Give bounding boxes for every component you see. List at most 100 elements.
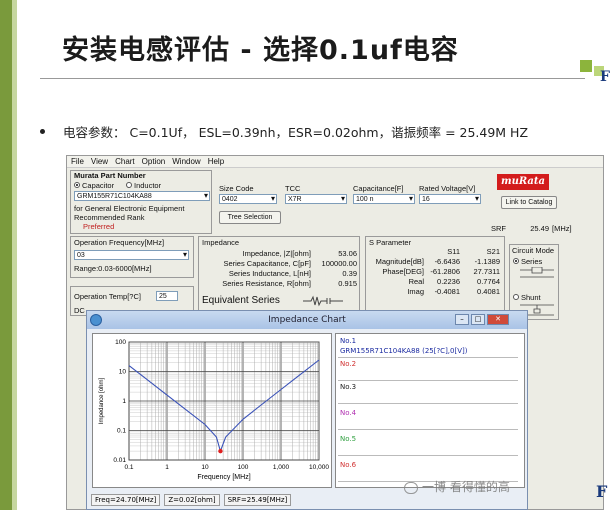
slide-accent-bar (0, 0, 12, 510)
part-number-panel: Murata Part Number Capacitor Inductor GR… (70, 170, 212, 234)
radio-shunt[interactable]: Shunt (513, 293, 541, 302)
operation-temp-input[interactable]: 25 (156, 291, 178, 301)
impedance-row-value: 53.06 (338, 249, 357, 258)
window-app-icon (90, 314, 102, 326)
radio-inductor[interactable]: Inductor (126, 181, 161, 190)
slot-3-label[interactable]: No.3 (340, 383, 356, 391)
y-tick-label: 0.1 (117, 428, 126, 435)
title-divider (40, 78, 585, 79)
circuit-mode-label: Circuit Mode (512, 246, 555, 255)
murata-logo: muRata (497, 174, 549, 190)
radio-capacitor-icon (74, 182, 80, 189)
menu-option[interactable]: Option (142, 157, 166, 166)
real-name: Real (408, 277, 424, 286)
s-parameter-panel: S Parameter S11 S21 Magnitude[dB] -6.643… (365, 236, 505, 312)
slot-4-label[interactable]: No.4 (340, 409, 356, 417)
size-code-select[interactable]: 0402 (219, 194, 277, 204)
close-button[interactable]: ✕ (487, 314, 509, 325)
menu-window[interactable]: Window (172, 157, 200, 166)
slot-5-label[interactable]: No.5 (340, 435, 356, 443)
magnitude-name: Magnitude[dB] (375, 257, 424, 266)
inductance-row-name: Series Inductance, L[nH] (228, 269, 311, 278)
tcc-label: TCC (285, 184, 301, 193)
magnitude-s11: -6.6436 (434, 257, 460, 266)
impedance-chart-svg: 0.1 1 10 100 1,000 10,0001001010.10.01Frequen… (99, 339, 329, 481)
x-tick-label: 100 (238, 464, 249, 471)
radio-capacitor-label: Capacitor (82, 181, 115, 190)
y-tick-label: 10 (119, 369, 127, 376)
link-to-catalog-button[interactable]: Link to Catalog (501, 196, 557, 209)
bullet-text: 电容参数： C=0.1Uf， ESL=0.39nh，ESR=0.02ohm，谐振… (63, 125, 529, 140)
chart-series-list: No.1 GRM155R71C104KA88 (25[?C],0[V]) No.… (335, 333, 525, 488)
part-note-equipment: for General Electronic Equipment (74, 204, 185, 213)
radio-capacitor[interactable]: Capacitor (74, 181, 114, 190)
srf-label: SRF (491, 224, 506, 233)
part-note-rank: Recommended Rank (74, 213, 145, 222)
minimize-icon: – (460, 315, 464, 323)
slot-2-label[interactable]: No.2 (340, 360, 356, 368)
real-s21: 0.7764 (477, 277, 500, 286)
radio-shunt-icon (513, 294, 519, 301)
corner-logo: F (600, 69, 610, 85)
slot-1-underline (338, 357, 518, 358)
part-number-select[interactable]: GRM155R71C104KA88 (74, 191, 210, 201)
rated-voltage-label: Rated Voltage[V] (419, 184, 476, 193)
s11-header: S11 (447, 247, 460, 256)
close-icon: ✕ (495, 315, 501, 323)
resistance-row-value: 0.915 (338, 279, 357, 288)
y-axis-label: Impedance [ohm] (99, 377, 105, 424)
circuit-mode-panel: Circuit Mode Series Shunt (509, 244, 559, 320)
magnitude-s21: -1.1389 (474, 257, 500, 266)
s21-header: S21 (486, 247, 500, 256)
tree-selection-button[interactable]: Tree Selection (219, 211, 281, 224)
operation-frequency-input[interactable]: 03 (74, 250, 189, 260)
radio-inductor-icon (126, 182, 132, 189)
tcc-select[interactable]: X7R (285, 194, 347, 204)
status-impedance: Z=0.02[ohm] (164, 494, 220, 506)
x-tick-label: 1 (165, 464, 169, 471)
x-tick-label: 10,000 (309, 464, 329, 471)
x-tick-label: 0.1 (124, 464, 133, 471)
radio-series-label: Series (521, 257, 543, 266)
y-tick-label: 1 (122, 398, 126, 405)
radio-inductor-label: Inductor (134, 181, 162, 190)
bullet-dot-icon (40, 129, 45, 134)
capacitance-row-name: Series Capacitance, C[pF] (223, 259, 311, 268)
slot-6-label[interactable]: No.6 (340, 461, 356, 469)
slot-1-label[interactable]: No.1 (340, 337, 356, 345)
menu-help[interactable]: Help (208, 157, 224, 166)
menu-file[interactable]: File (71, 157, 84, 166)
menu-chart[interactable]: Chart (115, 157, 135, 166)
minimize-button[interactable]: – (455, 314, 469, 325)
resistance-row-name: Series Resistance, R[ohm] (222, 279, 311, 288)
x-axis-label: Frequency [MHz] (197, 474, 250, 481)
watermark-text: 一博 看得懂的高 (422, 480, 510, 494)
slide-title: 安装电感评估 - 选择0.1uf电容 (62, 35, 459, 66)
radio-series[interactable]: Series (513, 257, 542, 266)
part-note-preferred: Preferred (83, 222, 115, 231)
equivalent-series-label: Equivalent Series (202, 295, 280, 306)
impedance-plot-area: 0.1 1 10 100 1,000 10,000 100 10 1 0.1 0.01 Frequen… (92, 333, 332, 488)
rlc-circuit-icon (303, 295, 343, 307)
status-srf: SRF=25.49[MHz] (223, 494, 292, 506)
imag-s11: -0.4081 (434, 287, 460, 296)
impedance-row-name: Impedance, |Z|[ohm] (242, 249, 311, 258)
impedance-label: Impedance (202, 238, 240, 247)
operation-frequency-label: Operation Frequency[MHz] (74, 238, 165, 247)
inductance-row-value: 0.39 (342, 269, 357, 278)
x-tick-label: 1,000 (273, 464, 290, 471)
capacitance-select[interactable]: 100 n (353, 194, 415, 204)
y-tick-label: 100 (115, 339, 126, 346)
impedance-panel: Impedance Impedance, |Z|[ohm] 53.06 Seri… (198, 236, 360, 312)
capacitance-row-value: 100000.00 (321, 259, 357, 268)
srf-unit: [MHz] (552, 224, 572, 233)
imag-s21: 0.4081 (477, 287, 500, 296)
menu-view[interactable]: View (91, 157, 108, 166)
dc-label: DC (74, 306, 85, 315)
maximize-button[interactable]: □ (471, 314, 485, 325)
slot-1-detail: GRM155R71C104KA88 (25[?C],0[V]) (340, 347, 468, 355)
srf-value: 25.49 (530, 224, 549, 233)
x-tick-label: 10 (201, 464, 209, 471)
capacitor-params-bullet: 电容参数： C=0.1Uf， ESL=0.39nh，ESR=0.02ohm，谐振… (40, 122, 528, 141)
rated-voltage-select[interactable]: 16 (419, 194, 481, 204)
